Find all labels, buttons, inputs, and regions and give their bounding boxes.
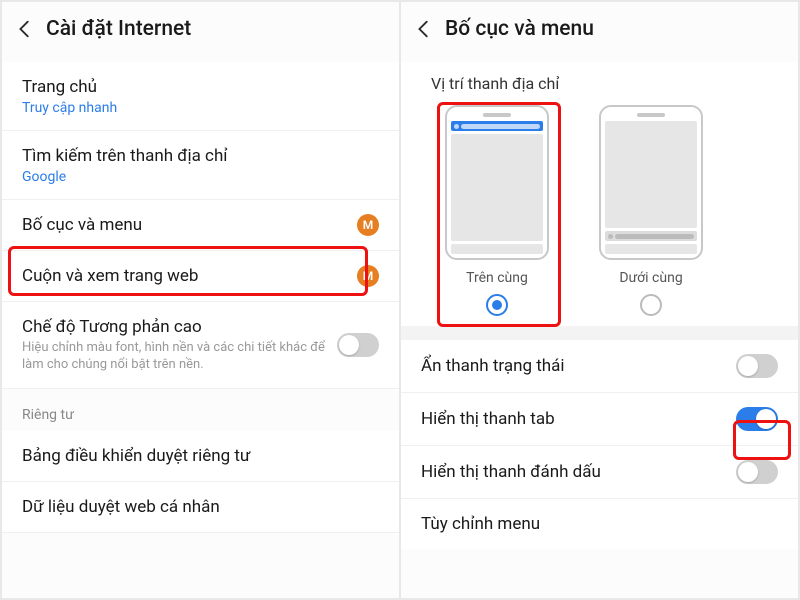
item-search-title: Tìm kiếm trên thanh địa chỉ [22,145,379,167]
item-privacy-dash[interactable]: Bảng điều khiển duyệt riêng tư [2,431,399,482]
phone-mock-top-icon [445,105,549,260]
contrast-toggle[interactable] [337,333,379,357]
item-contrast[interactable]: Chế độ Tương phản cao Hiệu chỉnh màu fon… [2,302,399,389]
badge-m-icon: M [357,265,379,287]
item-scroll-title: Cuộn và xem trang web [22,265,357,287]
radio-top[interactable] [486,294,508,316]
item-show-bookmark[interactable]: Hiển thị thanh đánh dấu [401,446,798,499]
item-layout-title: Bố cục và menu [22,214,357,236]
item-personal-data[interactable]: Dữ liệu duyệt web cá nhân [2,482,399,533]
layout-menu-pane: Bố cục và menu Vị trí thanh địa chỉ Trên… [401,2,798,598]
address-bar-title: Vị trí thanh địa chỉ [431,74,778,93]
item-search-sub: Google [22,169,379,185]
page-title-right: Bố cục và menu [445,17,594,41]
item-custom-menu-title: Tùy chỉnh menu [421,513,778,535]
address-bar-position-section: Vị trí thanh địa chỉ Trên cùng [401,62,798,326]
item-hide-status[interactable]: Ẩn thanh trạng thái [401,340,798,393]
item-layout-menu[interactable]: Bố cục và menu M [2,200,399,251]
item-privacy-dash-title: Bảng điều khiển duyệt riêng tư [22,445,379,467]
item-show-tab-title: Hiển thị thanh tab [421,408,736,430]
back-icon[interactable] [411,16,437,42]
item-scroll[interactable]: Cuộn và xem trang web M [2,251,399,302]
item-home-title: Trang chủ [22,76,379,98]
option-bottom[interactable]: Dưới cùng [599,105,703,316]
back-icon[interactable] [12,16,38,42]
item-search[interactable]: Tìm kiếm trên thanh địa chỉ Google [2,131,399,200]
radio-bottom[interactable] [640,294,662,316]
option-top[interactable]: Trên cùng [445,105,549,316]
page-title-left: Cài đặt Internet [46,17,191,41]
item-personal-data-title: Dữ liệu duyệt web cá nhân [22,496,379,518]
item-hide-status-title: Ẩn thanh trạng thái [421,355,736,377]
item-contrast-desc: Hiệu chỉnh màu font, hình nền và các chi… [22,340,337,374]
show-tab-toggle[interactable] [736,407,778,431]
divider [401,326,798,340]
hide-status-toggle[interactable] [736,354,778,378]
option-top-label: Trên cùng [466,270,528,286]
privacy-section-label: Riêng tư [2,389,399,431]
item-contrast-title: Chế độ Tương phản cao [22,316,337,338]
header-left: Cài đặt Internet [2,2,399,62]
header-right: Bố cục và menu [401,2,798,62]
item-show-bookmark-title: Hiển thị thanh đánh dấu [421,461,736,483]
phone-mock-bottom-icon [599,105,703,260]
show-bookmark-toggle[interactable] [736,460,778,484]
item-custom-menu[interactable]: Tùy chỉnh menu [401,499,798,549]
item-home[interactable]: Trang chủ Truy cập nhanh [2,62,399,131]
item-home-sub: Truy cập nhanh [22,100,379,116]
item-show-tab[interactable]: Hiển thị thanh tab [401,393,798,446]
internet-settings-pane: Cài đặt Internet Trang chủ Truy cập nhan… [2,2,399,598]
option-bottom-label: Dưới cùng [619,270,682,286]
badge-m-icon: M [357,214,379,236]
